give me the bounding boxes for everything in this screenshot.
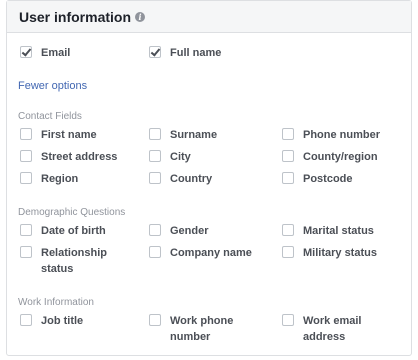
checkbox[interactable]: [282, 314, 294, 326]
option-marital-status[interactable]: Marital status: [282, 223, 374, 239]
option-gender[interactable]: Gender: [149, 223, 209, 239]
section-title-work: Work Information: [18, 297, 94, 308]
option-country[interactable]: Country: [149, 171, 212, 187]
checkbox[interactable]: [20, 314, 32, 326]
section-title-demographic: Demographic Questions: [18, 207, 126, 218]
option-label: Gender: [170, 225, 209, 237]
option-postcode[interactable]: Postcode: [282, 171, 353, 187]
option-label: Country: [170, 173, 213, 185]
option-date-of-birth[interactable]: Date of birth: [20, 223, 106, 239]
option-job-title[interactable]: Job title: [20, 313, 83, 329]
full-name-checkbox[interactable]: [149, 46, 161, 58]
option-city[interactable]: City: [149, 149, 191, 165]
option-surname[interactable]: Surname: [149, 127, 217, 143]
info-icon[interactable]: i: [135, 11, 146, 22]
checkbox[interactable]: [282, 172, 294, 184]
option-relationship-status[interactable]: Relationship status: [20, 245, 123, 277]
checkbox[interactable]: [20, 128, 32, 140]
panel-header: User information i: [7, 1, 411, 33]
option-label: First name: [41, 129, 97, 141]
option-work-email-address[interactable]: Work email address: [282, 313, 393, 345]
option-label: Postcode: [303, 173, 353, 185]
option-county-region[interactable]: County/region: [282, 149, 378, 165]
option-phone-number[interactable]: Phone number: [282, 127, 380, 143]
email-checkbox[interactable]: [20, 46, 32, 58]
option-label: Phone number: [303, 129, 381, 141]
option-label: Company name: [170, 247, 252, 259]
checkbox[interactable]: [20, 172, 32, 184]
option-label: Military status: [303, 247, 377, 259]
option-region[interactable]: Region: [20, 171, 78, 187]
option-label: Marital status: [303, 225, 374, 237]
checkbox[interactable]: [20, 150, 32, 162]
option-label: Work phone number: [170, 315, 234, 343]
full-name-checkbox-option[interactable]: Full name: [149, 45, 221, 61]
checkbox[interactable]: [149, 128, 161, 140]
option-work-phone-number[interactable]: Work phone number: [149, 313, 260, 345]
checkbox[interactable]: [149, 246, 161, 258]
option-label: County/region: [303, 151, 378, 163]
option-label: Street address: [41, 151, 118, 163]
full-name-label: Full name: [170, 47, 222, 59]
checkbox[interactable]: [149, 150, 161, 162]
option-street-address[interactable]: Street address: [20, 149, 117, 165]
option-label: City: [170, 151, 191, 163]
checkbox[interactable]: [20, 224, 32, 236]
checkbox[interactable]: [20, 246, 32, 258]
option-military-status[interactable]: Military status: [282, 245, 377, 261]
section-title-contact: Contact Fields: [18, 111, 82, 122]
option-label: Job title: [41, 315, 84, 327]
email-checkbox-option[interactable]: Email: [20, 45, 70, 61]
option-label: Relationship status: [41, 247, 108, 275]
option-label: Work email address: [303, 315, 362, 343]
email-label: Email: [41, 47, 71, 59]
option-label: Date of birth: [41, 225, 106, 237]
panel-title: User information: [19, 8, 132, 25]
checkbox[interactable]: [282, 246, 294, 258]
checkbox[interactable]: [282, 128, 294, 140]
checkbox[interactable]: [149, 224, 161, 236]
fewer-options-link[interactable]: Fewer options: [18, 80, 87, 92]
checkbox[interactable]: [149, 172, 161, 184]
option-label: Region: [41, 173, 79, 185]
checkbox[interactable]: [282, 150, 294, 162]
option-first-name[interactable]: First name: [20, 127, 97, 143]
option-label: Surname: [170, 129, 218, 141]
checkbox[interactable]: [149, 314, 161, 326]
option-company-name[interactable]: Company name: [149, 245, 252, 261]
checkbox[interactable]: [282, 224, 294, 236]
